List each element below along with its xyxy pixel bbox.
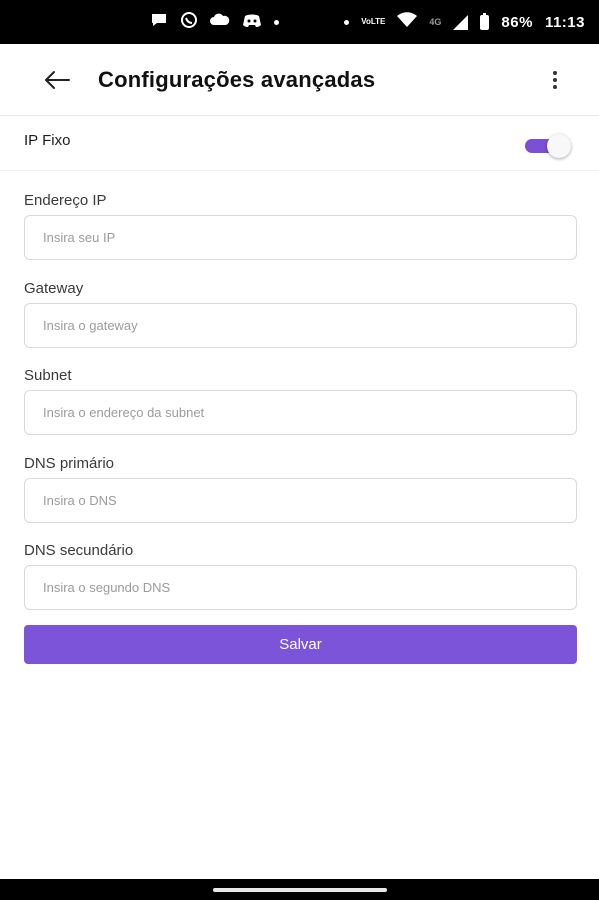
field-ip-address: Endereço IP bbox=[24, 190, 577, 278]
ip-fixo-toggle[interactable] bbox=[523, 133, 571, 158]
clock: 11:13 bbox=[544, 13, 585, 31]
chat-icon bbox=[150, 12, 168, 32]
gateway-input[interactable] bbox=[24, 302, 577, 348]
network-type: 4G bbox=[429, 17, 442, 27]
more-options-button[interactable] bbox=[535, 55, 575, 105]
field-secondary-dns: DNS secundário bbox=[24, 540, 577, 628]
subnet-input[interactable] bbox=[24, 390, 577, 435]
secondary-dns-input[interactable] bbox=[24, 565, 577, 610]
gateway-label: Gateway bbox=[24, 279, 84, 297]
whatsapp-icon bbox=[180, 11, 198, 33]
battery-icon bbox=[480, 12, 490, 30]
primary-dns-label: DNS primário bbox=[24, 454, 115, 472]
notification-dot bbox=[274, 19, 279, 25]
screen: VoLTE 4G 86% 11:13 Configurações avançad… bbox=[0, 0, 599, 900]
ip-address-label: Endereço IP bbox=[24, 192, 107, 209]
system-icons: VoLTE 4G 86% 11:13 bbox=[344, 12, 585, 32]
home-indicator[interactable] bbox=[212, 887, 387, 892]
cloud-game-icon bbox=[210, 12, 230, 32]
navigation-bar bbox=[0, 879, 599, 900]
arrow-left-icon bbox=[45, 70, 70, 89]
network-form: Endereço IP Gateway Subnet DNS primário … bbox=[24, 190, 577, 628]
field-primary-dns: DNS primário bbox=[24, 453, 577, 541]
field-subnet: Subnet bbox=[24, 365, 577, 453]
ip-fixo-label: IP Fixo bbox=[24, 132, 71, 149]
status-bar: VoLTE 4G 86% 11:13 bbox=[0, 0, 599, 44]
notification-icons bbox=[150, 11, 279, 33]
page-title: Configurações avançadas bbox=[98, 66, 376, 92]
signal-icon bbox=[453, 14, 469, 30]
toggle-thumb bbox=[547, 133, 571, 158]
primary-dns-input[interactable] bbox=[24, 477, 577, 523]
field-gateway: Gateway bbox=[24, 278, 577, 366]
ip-fixo-row: IP Fixo bbox=[0, 117, 599, 171]
dot-icon bbox=[344, 19, 350, 25]
subnet-label: Subnet bbox=[24, 367, 72, 384]
more-vertical-icon bbox=[553, 70, 557, 75]
app-bar: Configurações avançadas bbox=[0, 44, 599, 116]
secondary-dns-label: DNS secundário bbox=[24, 542, 134, 559]
battery-percent: 86% bbox=[501, 13, 533, 31]
volte-icon: VoLTE bbox=[361, 17, 386, 26]
wifi-icon bbox=[397, 12, 418, 32]
ip-address-input[interactable] bbox=[24, 215, 577, 260]
save-button[interactable]: Salvar bbox=[24, 625, 577, 664]
discord-icon bbox=[242, 12, 262, 32]
back-button[interactable] bbox=[32, 55, 82, 105]
